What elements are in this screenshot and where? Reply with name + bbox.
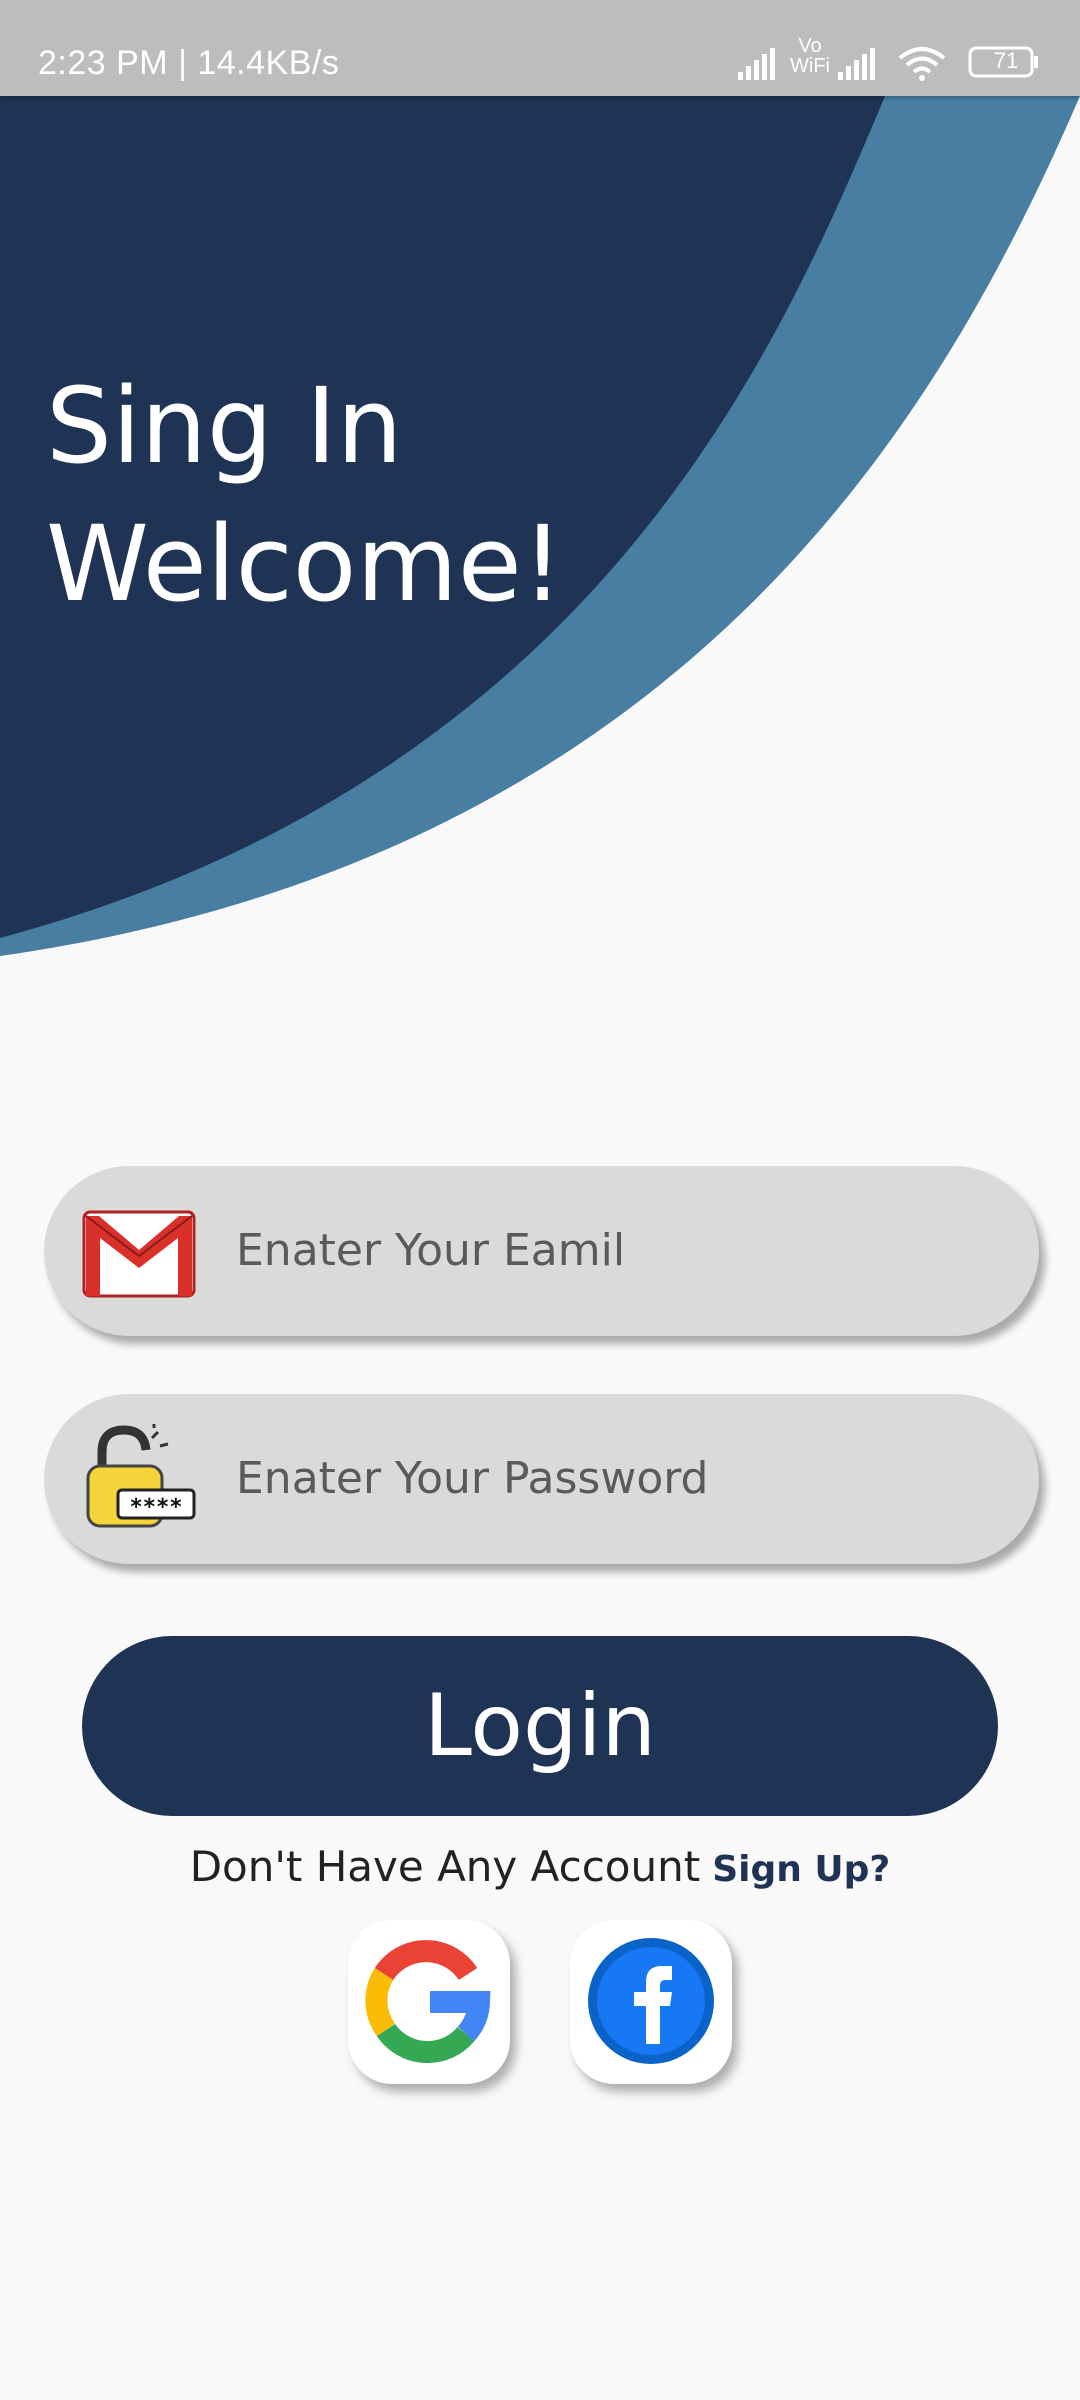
facebook-icon	[588, 1938, 714, 2064]
email-field-container[interactable]	[44, 1166, 1039, 1336]
vowifi-icon: Vo WiFi	[790, 35, 830, 77]
gmail-icon	[82, 1210, 196, 1298]
status-bar: 2:23 PM | 14.4KB/s Vo WiFi 71	[0, 0, 1080, 96]
login-button[interactable]: Login	[82, 1636, 998, 1816]
password-input[interactable]	[236, 1394, 996, 1564]
email-input[interactable]	[236, 1166, 996, 1336]
facebook-login-button[interactable]	[570, 1920, 732, 2084]
signup-prompt: Don't Have Any Account	[189, 1842, 701, 1891]
wifi-icon	[898, 47, 946, 81]
battery-level: 71	[993, 48, 1019, 73]
svg-text:****: ****	[130, 1495, 183, 1520]
page-title: Sing In	[46, 365, 403, 487]
google-login-button[interactable]	[348, 1920, 510, 2084]
password-field-container[interactable]: ****	[44, 1394, 1039, 1564]
signup-row: Don't Have Any Account Sign Up?	[0, 1842, 1080, 1891]
welcome-heading: Welcome!	[46, 503, 564, 625]
status-icons: Vo WiFi 71	[738, 36, 1038, 82]
google-icon	[365, 1940, 491, 2064]
status-time-speed: 2:23 PM | 14.4KB/s	[38, 44, 340, 82]
signal-icon	[738, 48, 775, 80]
lock-password-icon: ****	[86, 1424, 196, 1528]
signup-link[interactable]: Sign Up?	[712, 1849, 890, 1890]
signal-icon	[838, 48, 875, 80]
